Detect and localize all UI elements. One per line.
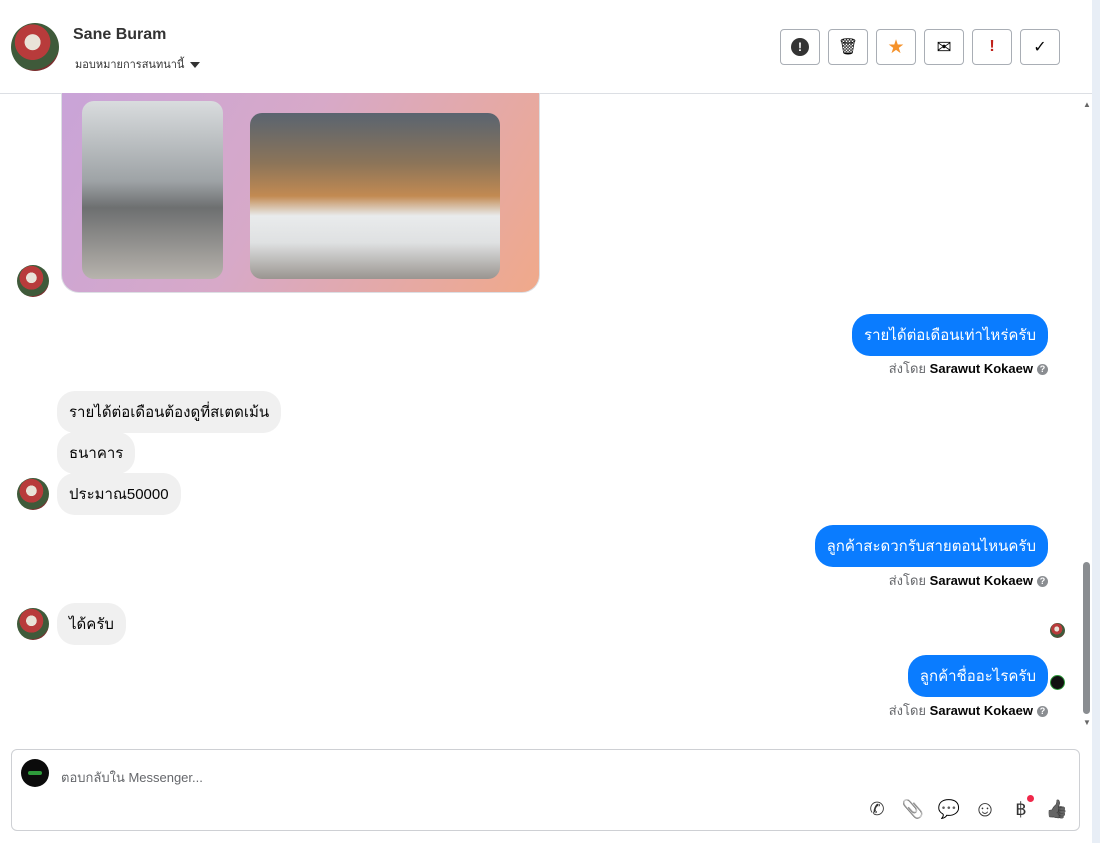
conversation-header: Sane Buram มอบหมายการสนทนานี้ ! 🗑 ★ ✉ ! … <box>0 0 1092 94</box>
contact-avatar-small <box>17 478 49 510</box>
envelope-icon: ✉ <box>936 36 952 57</box>
emoji-icon[interactable]: ☺ <box>974 796 996 821</box>
scrollbar[interactable]: ▲ ▼ <box>1081 96 1092 736</box>
check-icon: ✓ <box>1033 39 1047 56</box>
sent-by-label: ส่งโดย Sarawut Kokaew? <box>889 358 1048 379</box>
incoming-message[interactable]: รายได้ต่อเดือนต้องดูที่สเตดเม้น <box>57 391 282 433</box>
help-icon[interactable]: ? <box>1037 576 1048 588</box>
sent-by-label: ส่งโดย Sarawut Kokaew? <box>889 570 1048 591</box>
scroll-up-arrow-icon[interactable]: ▲ <box>1083 100 1091 109</box>
scrollbar-thumb[interactable] <box>1083 562 1090 714</box>
spam-button[interactable]: ! <box>780 29 820 65</box>
page-avatar <box>21 759 49 787</box>
incoming-message[interactable]: ธนาคาร <box>57 432 136 474</box>
mark-unread-button[interactable]: ✉ <box>924 29 964 65</box>
help-icon[interactable]: ? <box>1037 364 1048 376</box>
contact-avatar-small <box>17 265 49 297</box>
scroll-down-arrow-icon[interactable]: ▼ <box>1083 718 1091 727</box>
outgoing-message[interactable]: ลูกค้าชื่ออะไรครับ <box>907 655 1048 697</box>
reply-input[interactable]: ตอบกลับใน Messenger... <box>61 767 203 788</box>
call-add-icon[interactable]: ✆ <box>867 798 887 820</box>
image-attachment[interactable] <box>61 93 540 293</box>
action-toolbar: ! 🗑 ★ ✉ ! ✓ <box>780 29 1060 65</box>
photo-pickup-truck[interactable] <box>250 113 500 279</box>
star-icon: ★ <box>887 36 905 58</box>
caret-down-icon <box>190 62 201 69</box>
incoming-message[interactable]: ประมาณ50000 <box>57 473 181 515</box>
composer-tools: ✆ 📎 💬 ☺ ฿ 👍 <box>867 795 1068 821</box>
page-avatar-receipt <box>1050 675 1065 690</box>
seen-receipt-avatar <box>1050 623 1065 638</box>
photo-house-moving[interactable] <box>82 101 223 279</box>
outgoing-message[interactable]: ลูกค้าสะดวกรับสายตอนไหนครับ <box>814 525 1048 567</box>
contact-avatar[interactable] <box>11 23 59 71</box>
assign-conversation-dropdown[interactable]: มอบหมายการสนทนานี้ <box>75 55 201 73</box>
assign-label: มอบหมายการสนทนานี้ <box>75 59 185 71</box>
outgoing-message[interactable]: รายได้ต่อเดือนเท่าไหร่ครับ <box>852 314 1048 356</box>
help-icon[interactable]: ? <box>1037 706 1048 718</box>
thumbs-up-icon[interactable]: 👍 <box>1046 798 1068 820</box>
star-button[interactable]: ★ <box>876 29 916 65</box>
trash-icon: 🗑 <box>837 39 859 56</box>
saved-replies-icon[interactable]: 💬 <box>938 798 960 820</box>
follow-up-button[interactable]: ! <box>972 29 1012 65</box>
window-edge <box>1092 0 1100 843</box>
incoming-message[interactable]: ได้ครับ <box>57 603 126 645</box>
exclamation-icon: ! <box>989 38 995 55</box>
contact-avatar-small <box>17 608 49 640</box>
contact-name[interactable]: Sane Buram <box>73 26 166 44</box>
sent-by-label: ส่งโดย Sarawut Kokaew? <box>889 700 1048 721</box>
reply-composer[interactable]: ตอบกลับใน Messenger... ✆ 📎 💬 ☺ ฿ 👍 <box>11 749 1080 831</box>
alert-circle-icon: ! <box>791 38 809 56</box>
baht-icon: ฿ <box>1015 798 1027 819</box>
payment-baht-button[interactable]: ฿ <box>1011 795 1034 820</box>
notification-dot <box>1027 795 1034 802</box>
delete-button[interactable]: 🗑 <box>828 29 868 65</box>
done-button[interactable]: ✓ <box>1020 29 1060 65</box>
paperclip-icon[interactable]: 📎 <box>902 798 924 820</box>
